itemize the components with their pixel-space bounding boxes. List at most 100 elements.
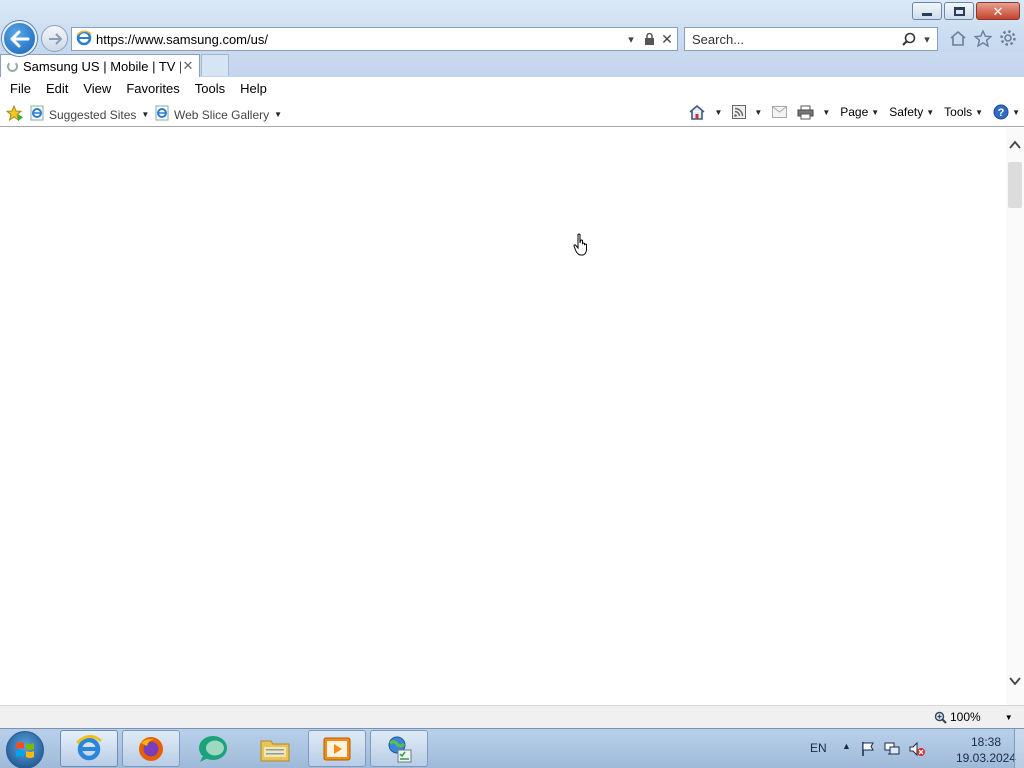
back-button[interactable] [2,21,37,56]
mail-icon [772,106,788,118]
restore-button[interactable] [944,2,974,20]
ie-page-icon [30,105,45,124]
minimize-button[interactable] [912,2,942,20]
suggested-sites-link[interactable]: Suggested Sites ▼ [30,105,149,124]
zoom-control[interactable]: 100% ▼ [934,710,1013,724]
home-command-button[interactable]: ▼ [688,104,722,120]
help-menu-button[interactable]: ? ▼ [993,104,1020,120]
menu-bar: File Edit View Favorites Tools Help [0,77,1024,99]
lock-icon[interactable] [641,31,657,47]
tab-row: Samsung US | Mobile | TV | ... ✕ [0,52,1024,77]
tools-menu-button[interactable]: Tools ▼ [944,105,983,119]
chevron-down-icon: ▼ [822,107,831,117]
web-slice-gallery-link[interactable]: Web Slice Gallery ▼ [155,105,282,124]
favorites-bar: Suggested Sites ▼ Web Slice Gallery ▼ ▼ … [0,99,1024,127]
search-icon[interactable] [901,31,917,47]
taskbar-network-tool[interactable] [370,730,428,767]
language-indicator[interactable]: EN [810,741,827,755]
site-favicon-icon [76,30,92,49]
tab-samsung[interactable]: Samsung US | Mobile | TV | ... ✕ [0,54,200,77]
ie-page-icon [155,105,170,124]
clock-time: 18:38 [970,735,1002,749]
page-menu-button[interactable]: Page ▼ [840,105,879,119]
settings-gear-icon[interactable] [998,28,1018,48]
safety-menu-button[interactable]: Safety ▼ [889,105,934,119]
volume-muted-icon[interactable] [908,741,926,760]
scroll-down-icon[interactable] [1006,676,1024,692]
internet-explorer-icon [75,734,102,760]
forward-button[interactable] [41,25,68,52]
taskbar: EN ▲ 18:38 19.03.2024 [0,728,1024,768]
system-tray: EN ▲ 18:38 19.03.2024 [794,729,1024,768]
home-icon[interactable] [948,28,968,48]
chevron-down-icon: ▼ [754,107,763,117]
search-dropdown-icon[interactable]: ▾ [919,31,935,47]
chat-bubble-icon [199,735,227,762]
taskbar-media-player[interactable] [308,730,366,767]
vertical-scrollbar[interactable] [1006,128,1024,705]
close-window-button[interactable]: ✕ [976,2,1020,20]
action-center-flag-icon[interactable] [860,741,876,760]
browser-tools-icons [948,28,1018,48]
menu-file[interactable]: File [10,81,31,96]
address-dropdown-icon[interactable]: ▾ [623,31,639,47]
clock-date: 19.03.2024 [955,751,1017,765]
page-menu-label: Page [840,105,869,119]
read-mail-button[interactable] [772,106,788,118]
forward-arrow-icon [48,32,62,45]
taskbar-chat-app[interactable] [184,730,242,767]
chevron-down-icon: ▼ [714,107,723,117]
chevron-down-icon: ▼ [1012,107,1020,117]
search-input[interactable] [685,31,901,47]
clock[interactable]: 18:38 19.03.2024 [954,734,1018,766]
new-tab-button[interactable] [201,54,229,76]
windows-logo-icon [16,742,34,758]
show-desktop-button[interactable] [1014,729,1024,768]
feeds-command-button[interactable]: ▼ [732,105,762,119]
address-bar[interactable]: https://www.samsung.com/us/ ▾ ✕ [71,27,678,51]
address-url[interactable]: https://www.samsung.com/us/ [96,32,623,47]
hand-cursor-icon [573,233,587,256]
chevron-down-icon[interactable]: ▼ [1005,713,1013,722]
media-player-icon [323,737,351,760]
chevron-down-icon: ▼ [975,107,984,117]
tab-title: Samsung US | Mobile | TV | ... [23,58,181,74]
window-controls: ✕ [912,2,1020,20]
menu-view[interactable]: View [83,81,111,96]
page-content[interactable] [0,128,1006,705]
back-arrow-icon [10,30,29,47]
scrollbar-thumb[interactable] [1008,162,1022,208]
start-button[interactable] [6,731,44,768]
command-bar: ▼ ▼ ▼ Page ▼ Safety ▼ Tools ▼ ? ▼ [678,104,1020,120]
help-icon: ? [993,104,1009,120]
menu-help[interactable]: Help [240,81,267,96]
printer-icon [797,105,814,119]
tab-close-icon[interactable]: ✕ [181,58,195,74]
safety-menu-label: Safety [889,105,924,119]
taskbar-file-explorer[interactable] [246,730,304,767]
zoom-level: 100% [950,710,981,724]
file-explorer-icon [260,740,290,761]
firefox-icon [139,736,163,761]
network-globe-icon [388,736,412,762]
menu-tools[interactable]: Tools [195,81,225,96]
scroll-up-icon[interactable] [1006,140,1024,156]
stop-icon[interactable]: ✕ [659,31,675,47]
chevron-down-icon: ▼ [274,110,283,119]
network-icon[interactable] [884,741,900,760]
zoom-icon [934,711,947,724]
search-box[interactable]: ▾ [684,27,938,51]
add-favorites-star-icon[interactable] [5,104,24,124]
svg-text:?: ? [998,107,1005,119]
chevron-down-icon: ▼ [871,107,880,117]
tools-menu-label: Tools [944,105,973,119]
web-slice-gallery-label: Web Slice Gallery [174,107,270,122]
favorites-star-icon[interactable] [973,28,993,48]
loading-spinner-icon [7,60,18,72]
print-command-button[interactable]: ▼ [797,105,830,120]
taskbar-internet-explorer[interactable] [60,730,118,767]
taskbar-firefox[interactable] [122,730,180,767]
menu-edit[interactable]: Edit [46,81,68,96]
show-hidden-icons-icon[interactable]: ▲ [842,741,851,751]
menu-favorites[interactable]: Favorites [126,81,179,96]
